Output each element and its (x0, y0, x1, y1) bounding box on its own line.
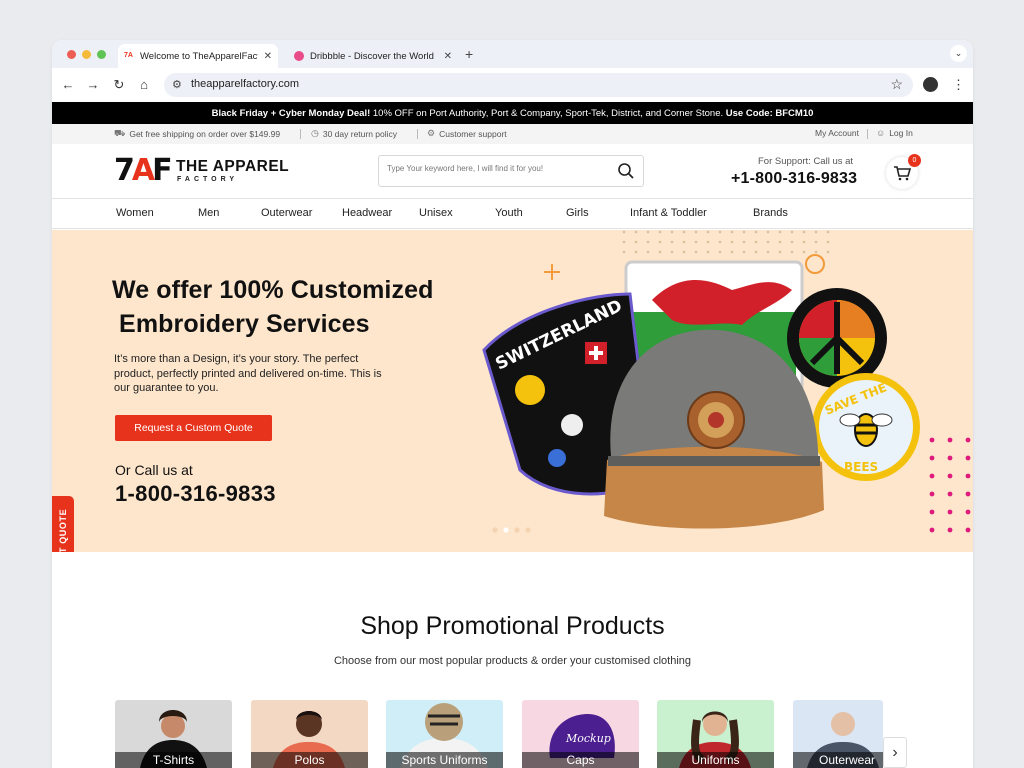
tab-strip: 7A Welcome to TheApparelFact.. ✕ Dribbbl… (52, 40, 973, 68)
apparel-factory-favicon: 7A (124, 51, 134, 61)
product-card-outerwear[interactable]: Outerwear (793, 700, 883, 768)
hero-banner: We offer 100% Customized Embroidery Serv… (52, 230, 973, 552)
new-tab-plus-icon[interactable]: + (465, 46, 473, 62)
product-card-polos[interactable]: Polos (251, 700, 368, 768)
product-label: Uniforms (657, 752, 774, 768)
close-icon[interactable]: ✕ (438, 51, 452, 62)
cart-count-badge: 0 (908, 154, 921, 167)
customer-support-link[interactable]: ⚙ Customer support (427, 128, 507, 139)
cap-text: Mockup (565, 732, 611, 745)
promo-code: Use Code: BFCM10 (725, 107, 814, 119)
nav-unisex[interactable]: Unisex (419, 207, 453, 219)
product-card-uniforms[interactable]: Uniforms (657, 700, 774, 768)
nav-infant-toddler[interactable]: Infant & Toddler (630, 207, 707, 219)
support-text: Customer support (439, 128, 507, 139)
product-card-caps[interactable]: Mockup Caps (522, 700, 639, 768)
promo-banner: Black Friday + Cyber Monday Deal! 10% OF… (52, 102, 973, 124)
slider-dot[interactable] (514, 527, 520, 533)
logo-letter: F (152, 153, 172, 188)
logo-name[interactable]: THE APPAREL (176, 158, 289, 176)
address-bar[interactable]: ⚙ theapparelfactory.com ☆ (164, 73, 913, 97)
support-phone[interactable]: +1-800-316-9833 (731, 170, 857, 188)
browser-toolbar: ← → ↻ ⌂ ⚙ theapparelfactory.com ☆ (52, 68, 973, 102)
tab-dribbble[interactable]: Dribbble - Discover the World ✕ (288, 44, 458, 68)
nav-women[interactable]: Women (116, 207, 154, 219)
account-text: My Account (815, 128, 859, 138)
slider-dot[interactable] (525, 527, 531, 533)
tab-title: Dribbble - Discover the World (310, 50, 434, 62)
nav-brands[interactable]: Brands (753, 207, 788, 219)
search-input[interactable] (387, 164, 607, 173)
maximize-window-dot[interactable] (97, 50, 106, 59)
logo-letter: 7 (114, 153, 135, 188)
promo-lead: Black Friday + Cyber Monday Deal! (211, 107, 371, 119)
divider (417, 129, 418, 139)
product-label: Outerwear (793, 752, 883, 768)
logo-mark[interactable]: 7AF (114, 153, 173, 188)
close-icon[interactable]: ✕ (258, 51, 272, 62)
back-arrow-icon[interactable]: ← (60, 77, 76, 93)
reload-icon[interactable]: ↻ (111, 77, 127, 93)
home-icon[interactable]: ⌂ (136, 77, 152, 93)
products-title: Shop Promotional Products (360, 612, 665, 640)
nav-girls[interactable]: Girls (566, 207, 589, 219)
login-link[interactable]: ☺ Log In (876, 128, 913, 138)
shipping-text: Get free shipping on order over $149.99 (129, 129, 281, 139)
site-settings-icon[interactable]: ⚙ (172, 78, 182, 91)
dribbble-favicon (294, 51, 304, 61)
product-label: T-Shirts (115, 752, 232, 768)
profile-avatar-icon[interactable] (923, 77, 938, 92)
get-quote-tab[interactable]: GET QUOTE (52, 496, 74, 552)
logo-letter: A (131, 153, 155, 188)
url-text[interactable]: theapparelfactory.com (191, 78, 299, 90)
slider-dot[interactable] (492, 527, 498, 533)
nav-men[interactable]: Men (198, 207, 219, 219)
patch-text: BEES (844, 460, 878, 474)
embroidery-patches-illustration: SWITZERLAND SAVE THE BEES (482, 230, 971, 533)
login-text: Log In (889, 128, 913, 138)
carousel-next-chevron-icon[interactable]: › (883, 737, 907, 768)
close-window-dot[interactable] (67, 50, 76, 59)
info-bar: ⛟ Get free shipping on order over $149.9… (52, 124, 973, 144)
nav-youth[interactable]: Youth (495, 207, 523, 219)
slider-dot[interactable] (503, 527, 509, 533)
nav-headwear[interactable]: Headwear (342, 207, 392, 219)
free-shipping-info: ⛟ Get free shipping on order over $149.9… (114, 128, 280, 140)
clock-icon: ◷ (311, 128, 319, 138)
site-header: 7AF THE APPAREL FACTORY For Support: Cal… (52, 144, 973, 199)
get-quote-label: GET QUOTE (58, 508, 68, 552)
returns-text: 30 day return policy (322, 128, 398, 139)
bookmark-star-icon[interactable]: ☆ (890, 76, 903, 93)
support-label: For Support: Call us at (758, 156, 854, 167)
divider (300, 129, 301, 139)
product-card-sports-uniforms[interactable]: Sports Uniforms (386, 700, 503, 768)
product-label: Caps (522, 752, 639, 768)
product-card-tshirts[interactable]: T-Shirts (115, 700, 232, 768)
products-subtitle: Choose from our most popular products & … (333, 655, 692, 667)
nav-outerwear[interactable]: Outerwear (261, 207, 312, 219)
cart-button[interactable]: 0 (886, 154, 921, 189)
browser-menu-icon[interactable]: ⋮ (952, 77, 965, 93)
product-label: Polos (251, 752, 368, 768)
promo-text: 10% OFF on Port Authority, Port & Compan… (370, 107, 726, 119)
logo-subtitle: FACTORY (177, 176, 239, 183)
tab-apparel-factory[interactable]: 7A Welcome to TheApparelFact.. ✕ (118, 44, 278, 68)
minimize-window-dot[interactable] (82, 50, 91, 59)
my-account-link[interactable]: My Account (815, 128, 859, 138)
tab-search-chevron-icon[interactable]: ⌄ (950, 45, 967, 62)
forward-arrow-icon[interactable]: → (85, 77, 101, 93)
divider (867, 129, 868, 139)
user-icon: ☺ (876, 128, 886, 138)
site-search (378, 155, 644, 187)
return-policy-link[interactable]: ◷ 30 day return policy (311, 128, 397, 139)
product-label: Sports Uniforms (386, 752, 503, 768)
support-icon: ⚙ (427, 128, 436, 138)
main-nav: Women Men Outerwear Headwear Unisex Yout… (52, 199, 973, 229)
browser-window: 7A Welcome to TheApparelFact.. ✕ Dribbbl… (52, 40, 973, 768)
truck-icon: ⛟ (114, 128, 126, 138)
tab-title: Welcome to TheApparelFact.. (140, 50, 258, 62)
search-icon[interactable] (617, 162, 635, 180)
